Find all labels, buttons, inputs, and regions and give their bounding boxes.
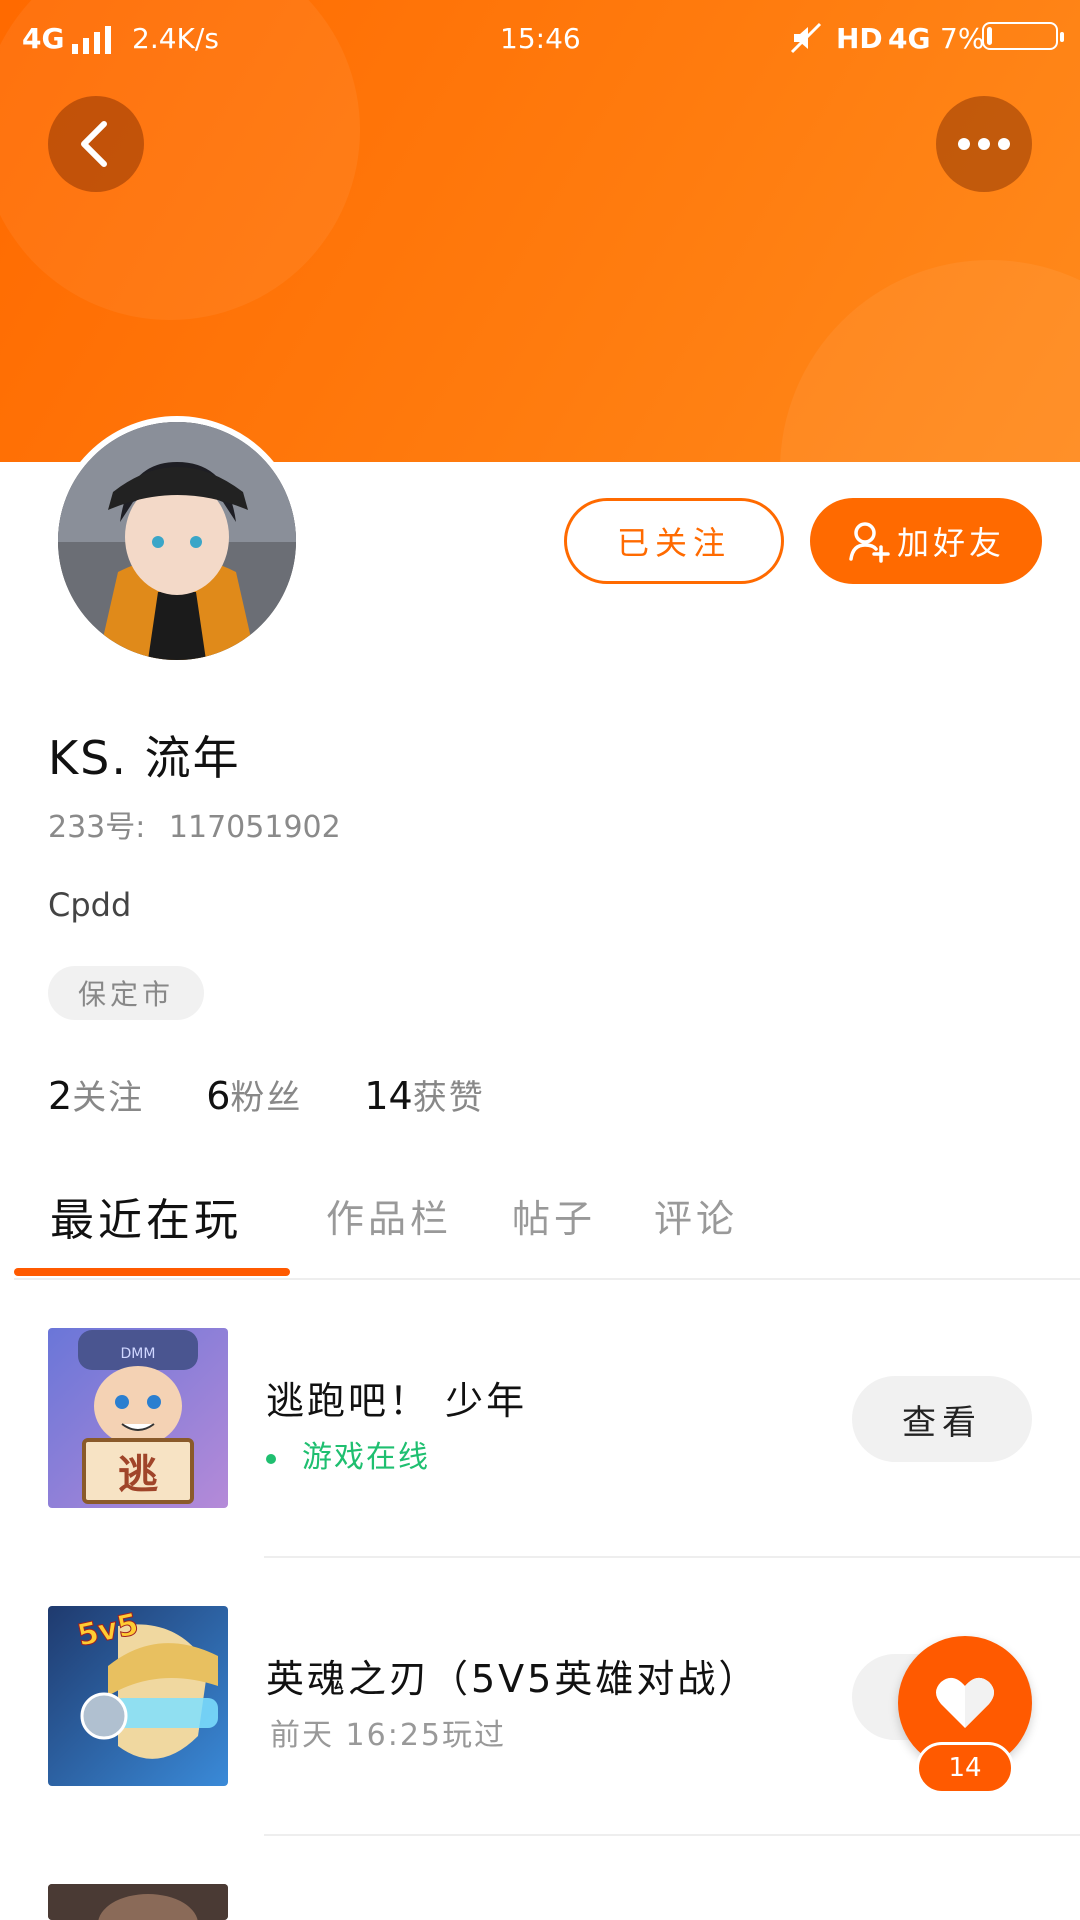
stat-following[interactable]: 2关注 bbox=[48, 1070, 144, 1119]
game-icon-image bbox=[48, 1884, 228, 1920]
online-dot-icon bbox=[266, 1453, 276, 1464]
more-dots-icon bbox=[958, 138, 1010, 150]
row-divider bbox=[264, 1834, 1080, 1836]
followed-button[interactable]: 已关注 bbox=[564, 498, 784, 584]
game-icon[interactable]: 5v5 bbox=[48, 1606, 228, 1786]
row-divider bbox=[264, 1556, 1080, 1558]
view-button[interactable]: 查看 bbox=[852, 1376, 1032, 1462]
game-status-text: 游戏在线 bbox=[302, 1440, 430, 1475]
stat-label: 获赞 bbox=[412, 1078, 485, 1118]
game-icon-sign: 逃 bbox=[118, 1452, 158, 1498]
add-friend-label: 加好友 bbox=[896, 524, 1005, 562]
user-id-value: 117051902 bbox=[168, 810, 341, 845]
list-item[interactable]: DMM 逃 逃跑吧！ 少年 游戏在线 查看 bbox=[0, 1328, 1080, 1508]
heart-icon bbox=[936, 1677, 994, 1728]
game-title: 逃跑吧！ 少年 bbox=[266, 1379, 528, 1423]
network-speed: 2.4K/s bbox=[132, 22, 219, 55]
profile-tabs: 最近在玩 作品栏 帖子 评论 bbox=[0, 1170, 1080, 1280]
add-user-icon bbox=[849, 522, 890, 563]
game-title: 英魂之刃（5V5英雄对战） bbox=[266, 1657, 760, 1701]
game-icon-image: DMM 逃 bbox=[48, 1328, 228, 1508]
stat-number: 14 bbox=[364, 1074, 413, 1118]
followed-button-label: 已关注 bbox=[616, 524, 731, 562]
bio: Cpdd bbox=[48, 886, 132, 924]
like-count-badge: 14 bbox=[916, 1742, 1014, 1794]
stat-number: 2 bbox=[48, 1074, 73, 1118]
avatar-image bbox=[58, 422, 296, 660]
tab-comments[interactable]: 评论 bbox=[654, 1188, 738, 1243]
add-friend-button[interactable]: 加好友 bbox=[810, 498, 1042, 584]
stat-likes[interactable]: 14获赞 bbox=[364, 1070, 484, 1119]
nickname: KS. 流年 bbox=[48, 731, 241, 785]
battery-percent: 7% bbox=[940, 22, 985, 55]
stat-label: 关注 bbox=[72, 1078, 145, 1118]
tab-works[interactable]: 作品栏 bbox=[326, 1188, 452, 1243]
stat-number: 6 bbox=[206, 1074, 231, 1118]
avatar[interactable] bbox=[52, 416, 302, 666]
chevron-left-icon bbox=[81, 121, 107, 167]
back-button[interactable] bbox=[48, 96, 144, 192]
game-icon-image: 5v5 bbox=[48, 1606, 228, 1786]
game-status: 前天 16:25玩过 bbox=[270, 1718, 506, 1753]
user-id-label: 233号: bbox=[48, 810, 146, 845]
battery-icon bbox=[982, 22, 1064, 50]
mute-icon bbox=[790, 22, 822, 54]
location-text: 保定市 bbox=[78, 978, 175, 1011]
game-status: 游戏在线 bbox=[266, 1432, 430, 1476]
tabs-divider bbox=[14, 1278, 1080, 1280]
game-icon[interactable] bbox=[48, 1884, 228, 1920]
more-button[interactable] bbox=[936, 96, 1032, 192]
game-icon-badge: DMM bbox=[121, 1346, 156, 1362]
location-tag: 保定市 bbox=[48, 966, 205, 1020]
hd-indicator: HD bbox=[836, 22, 883, 55]
game-icon[interactable]: DMM 逃 bbox=[48, 1328, 228, 1508]
stat-fans[interactable]: 6粉丝 bbox=[206, 1070, 302, 1119]
tab-posts[interactable]: 帖子 bbox=[512, 1188, 596, 1243]
user-id: 233号: 117051902 bbox=[48, 802, 341, 846]
clock: 15:46 bbox=[500, 22, 581, 55]
network-type: 4G bbox=[22, 22, 65, 55]
stats-row: 2关注 6粉丝 14获赞 bbox=[48, 1070, 547, 1119]
network-type-2: 4G bbox=[888, 22, 931, 55]
status-bar: 4G 2.4K/s 15:46 HD 4G 7% bbox=[0, 0, 1080, 76]
signal-icon bbox=[72, 26, 111, 54]
tab-recently-playing[interactable]: 最近在玩 bbox=[50, 1184, 242, 1248]
stat-label: 粉丝 bbox=[230, 1078, 303, 1118]
active-tab-indicator bbox=[14, 1268, 290, 1276]
